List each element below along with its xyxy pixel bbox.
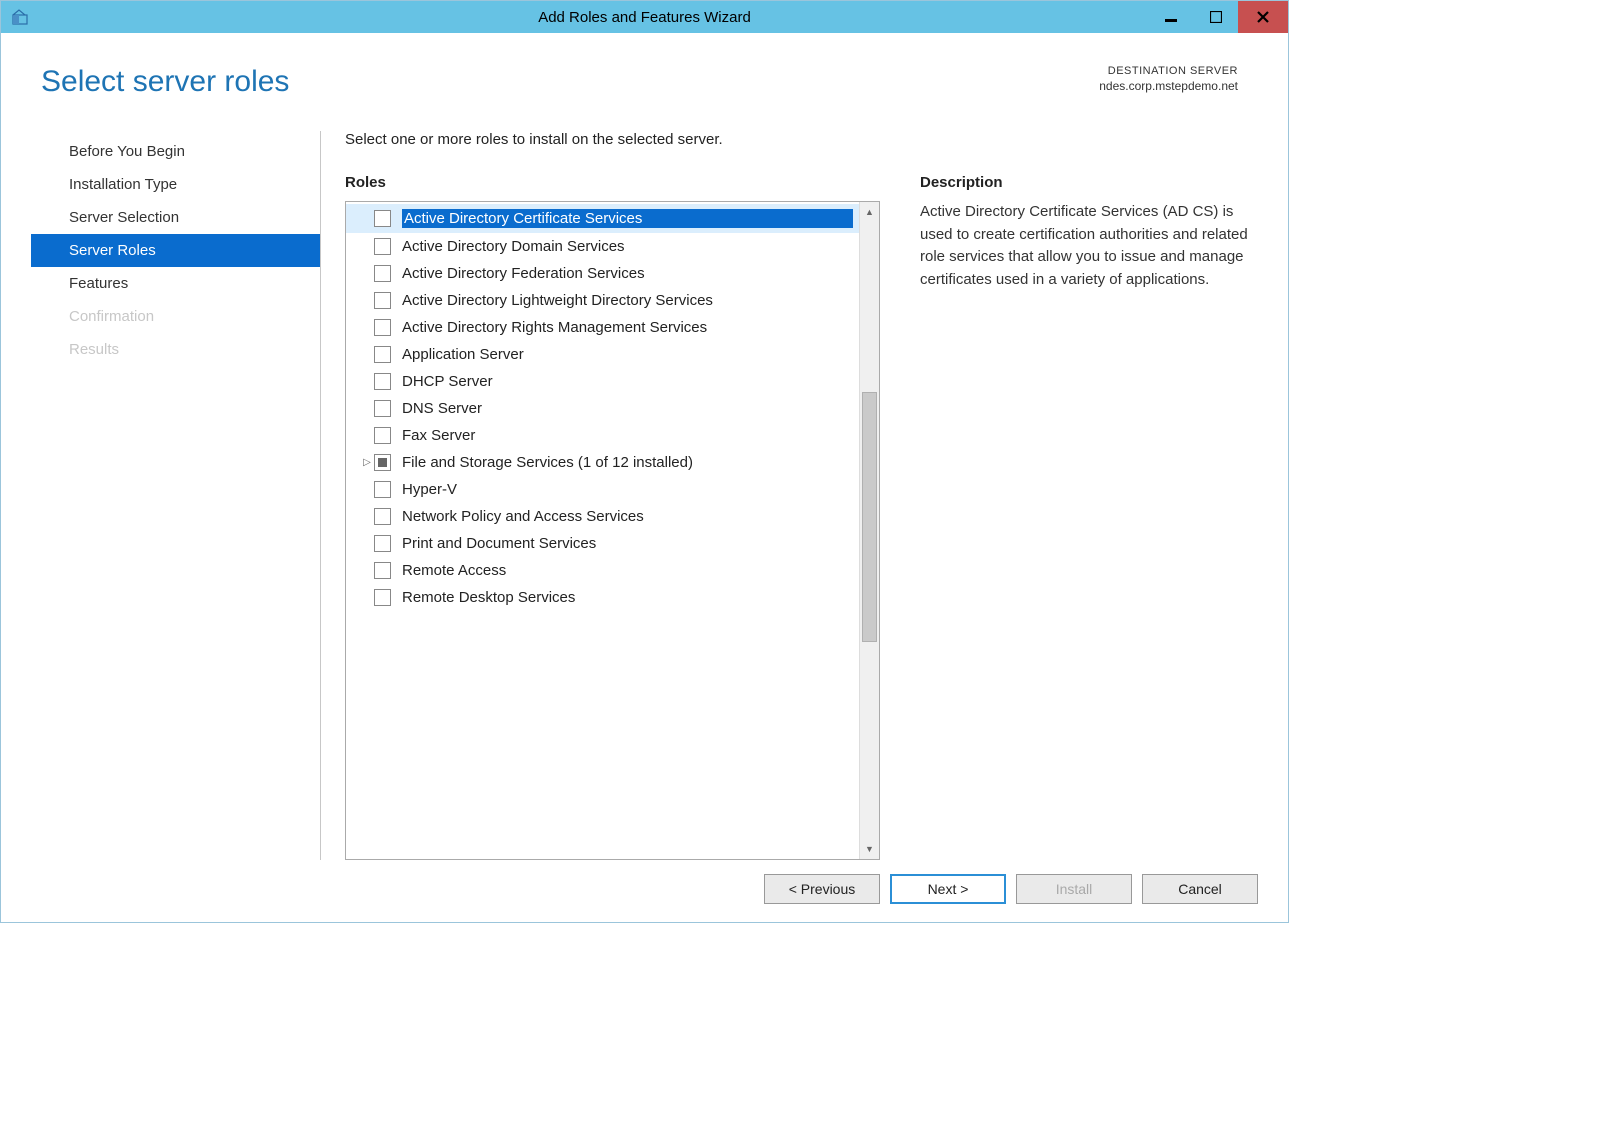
sidebar-item-before-you-begin[interactable]: Before You Begin xyxy=(31,135,320,168)
role-checkbox[interactable] xyxy=(374,373,391,390)
destination-block: DESTINATION SERVER ndes.corp.mstepdemo.n… xyxy=(1099,65,1238,93)
instructions-text: Select one or more roles to install on t… xyxy=(345,131,1258,148)
wizard-window: Add Roles and Features Wizard Select ser… xyxy=(0,0,1289,923)
role-item[interactable]: Fax Server xyxy=(346,422,859,449)
chevron-down-icon: ▼ xyxy=(865,844,874,854)
role-checkbox[interactable] xyxy=(374,346,391,363)
sidebar-item-installation-type[interactable]: Installation Type xyxy=(31,168,320,201)
role-checkbox[interactable] xyxy=(374,265,391,282)
minimize-button[interactable] xyxy=(1148,1,1193,33)
header-area: Select server roles DESTINATION SERVER n… xyxy=(1,33,1288,107)
description-heading: Description xyxy=(920,174,1258,191)
roles-heading: Roles xyxy=(345,174,880,191)
scroll-up-button[interactable]: ▲ xyxy=(860,202,879,222)
scrollbar: ▲ ▼ xyxy=(859,202,879,859)
role-item[interactable]: Active Directory Rights Management Servi… xyxy=(346,314,859,341)
role-item[interactable]: Network Policy and Access Services xyxy=(346,503,859,530)
role-checkbox[interactable] xyxy=(374,400,391,417)
sidebar-item-results: Results xyxy=(31,333,320,366)
cancel-button[interactable]: Cancel xyxy=(1142,874,1258,904)
role-item[interactable]: DNS Server xyxy=(346,395,859,422)
sidebar-item-server-selection[interactable]: Server Selection xyxy=(31,201,320,234)
destination-label: DESTINATION SERVER xyxy=(1099,65,1238,77)
window-controls xyxy=(1148,1,1288,33)
role-label: Application Server xyxy=(402,346,853,363)
expand-icon[interactable]: ▷ xyxy=(360,457,374,468)
role-label: DHCP Server xyxy=(402,373,853,390)
role-label: Active Directory Domain Services xyxy=(402,238,853,255)
page-title: Select server roles xyxy=(41,65,289,99)
install-button: Install xyxy=(1016,874,1132,904)
titlebar: Add Roles and Features Wizard xyxy=(1,1,1288,33)
columns: Roles Active Directory Certificate Servi… xyxy=(345,174,1258,860)
role-item[interactable]: Print and Document Services xyxy=(346,530,859,557)
role-checkbox[interactable] xyxy=(374,535,391,552)
role-checkbox[interactable] xyxy=(374,562,391,579)
role-checkbox[interactable] xyxy=(374,454,391,471)
main-panel: Select one or more roles to install on t… xyxy=(321,131,1258,860)
role-item[interactable]: ▷ File and Storage Services (1 of 12 inst… xyxy=(346,449,859,476)
role-checkbox[interactable] xyxy=(374,427,391,444)
role-item[interactable]: Remote Access xyxy=(346,557,859,584)
role-item[interactable]: DHCP Server xyxy=(346,368,859,395)
role-label: Active Directory Rights Management Servi… xyxy=(402,319,853,336)
role-label: Active Directory Federation Services xyxy=(402,265,853,282)
sidebar-nav: Before You BeginInstallation TypeServer … xyxy=(31,131,321,860)
role-item[interactable]: Active Directory Lightweight Directory S… xyxy=(346,287,859,314)
description-column: Description Active Directory Certificate… xyxy=(920,174,1258,860)
role-checkbox[interactable] xyxy=(374,589,391,606)
sidebar-item-confirmation: Confirmation xyxy=(31,300,320,333)
role-label: File and Storage Services (1 of 12 insta… xyxy=(402,454,853,471)
next-button[interactable]: Next > xyxy=(890,874,1006,904)
role-checkbox[interactable] xyxy=(374,210,391,227)
role-checkbox[interactable] xyxy=(374,292,391,309)
scroll-down-button[interactable]: ▼ xyxy=(860,839,879,859)
button-row: < Previous Next > Install Cancel xyxy=(1,860,1288,922)
description-text: Active Directory Certificate Services (A… xyxy=(920,201,1258,291)
sidebar-item-server-roles[interactable]: Server Roles xyxy=(31,234,320,267)
destination-server: ndes.corp.mstepdemo.net xyxy=(1099,79,1238,93)
role-label: Active Directory Certificate Services xyxy=(402,209,853,228)
roles-listbox: Active Directory Certificate Services Act… xyxy=(345,201,880,860)
role-label: Active Directory Lightweight Directory S… xyxy=(402,292,853,309)
role-checkbox[interactable] xyxy=(374,481,391,498)
close-button[interactable] xyxy=(1238,1,1288,33)
roles-column: Roles Active Directory Certificate Servi… xyxy=(345,174,880,860)
chevron-up-icon: ▲ xyxy=(865,207,874,217)
role-label: Remote Desktop Services xyxy=(402,589,853,606)
role-label: Print and Document Services xyxy=(402,535,853,552)
sidebar-item-features[interactable]: Features xyxy=(31,267,320,300)
role-label: Fax Server xyxy=(402,427,853,444)
role-item[interactable]: Hyper-V xyxy=(346,476,859,503)
role-item[interactable]: Active Directory Domain Services xyxy=(346,233,859,260)
role-checkbox[interactable] xyxy=(374,238,391,255)
role-item[interactable]: Active Directory Certificate Services xyxy=(346,204,859,233)
role-checkbox[interactable] xyxy=(374,319,391,336)
maximize-button[interactable] xyxy=(1193,1,1238,33)
content-area: Before You BeginInstallation TypeServer … xyxy=(1,107,1288,860)
role-checkbox[interactable] xyxy=(374,508,391,525)
role-label: Network Policy and Access Services xyxy=(402,508,853,525)
role-item[interactable]: Remote Desktop Services xyxy=(346,584,859,611)
role-item[interactable]: Application Server xyxy=(346,341,859,368)
role-label: Hyper-V xyxy=(402,481,853,498)
scroll-thumb[interactable] xyxy=(862,392,877,642)
app-icon xyxy=(11,8,29,26)
role-label: DNS Server xyxy=(402,400,853,417)
scroll-track[interactable] xyxy=(860,222,879,839)
previous-button[interactable]: < Previous xyxy=(764,874,880,904)
role-label: Remote Access xyxy=(402,562,853,579)
window-title: Add Roles and Features Wizard xyxy=(538,9,751,26)
role-item[interactable]: Active Directory Federation Services xyxy=(346,260,859,287)
roles-list[interactable]: Active Directory Certificate Services Act… xyxy=(346,202,859,859)
